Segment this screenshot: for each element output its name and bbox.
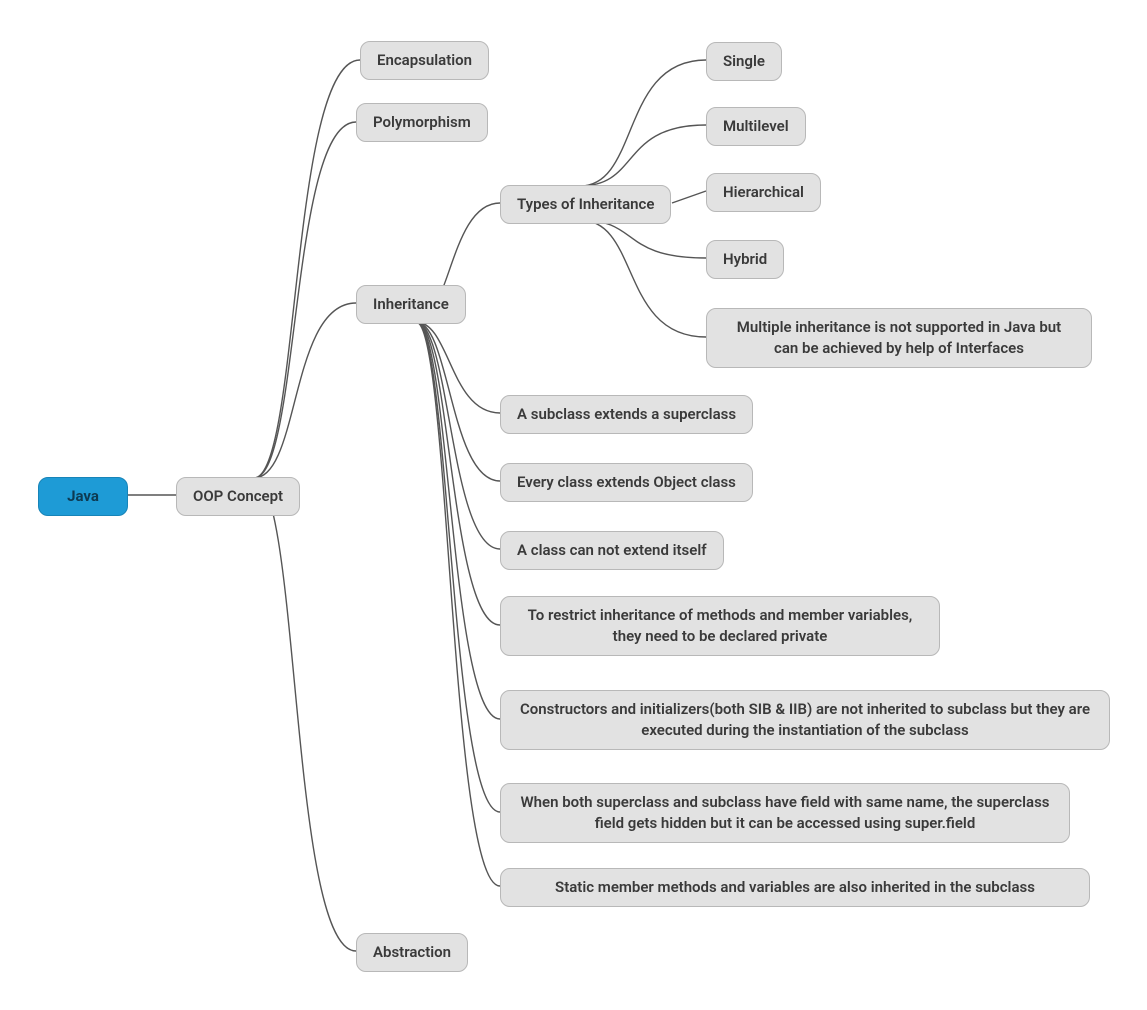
- node-hierarchical[interactable]: Hierarchical: [706, 173, 821, 212]
- node-label: Encapsulation: [377, 51, 472, 69]
- node-class-cannot-extend-itself[interactable]: A class can not extend itself: [500, 531, 724, 570]
- node-label: When both superclass and subclass have f…: [520, 793, 1049, 832]
- connector-lines: [0, 0, 1147, 1010]
- node-label: Inheritance: [373, 295, 449, 313]
- node-encapsulation[interactable]: Encapsulation: [360, 41, 489, 80]
- node-same-name-field[interactable]: When both superclass and subclass have f…: [500, 783, 1070, 843]
- node-label: Hybrid: [723, 250, 767, 268]
- node-label: Static member methods and variables are …: [555, 878, 1035, 896]
- node-subclass-extends-superclass[interactable]: A subclass extends a superclass: [500, 395, 753, 434]
- node-java[interactable]: Java: [38, 477, 128, 516]
- node-label: To restrict inheritance of methods and m…: [528, 606, 913, 645]
- node-types-of-inheritance[interactable]: Types of Inheritance: [500, 185, 671, 224]
- node-multilevel[interactable]: Multilevel: [706, 107, 806, 146]
- node-every-class-extends-object[interactable]: Every class extends Object class: [500, 463, 753, 502]
- node-label: Abstraction: [373, 943, 451, 961]
- node-label: Multilevel: [723, 117, 789, 135]
- node-multiple-not-supported[interactable]: Multiple inheritance is not supported in…: [706, 308, 1092, 368]
- node-label: A subclass extends a superclass: [517, 405, 736, 423]
- node-label: Polymorphism: [373, 113, 471, 131]
- node-hybrid[interactable]: Hybrid: [706, 240, 784, 279]
- node-label: Hierarchical: [723, 183, 804, 201]
- node-label: Multiple inheritance is not supported in…: [737, 318, 1061, 357]
- node-constructors-initializers[interactable]: Constructors and initializers(both SIB &…: [500, 690, 1110, 750]
- node-label: Every class extends Object class: [517, 473, 736, 491]
- node-restrict-private[interactable]: To restrict inheritance of methods and m…: [500, 596, 940, 656]
- node-label: Single: [723, 52, 765, 70]
- node-label: Java: [67, 487, 99, 505]
- node-oop-concept[interactable]: OOP Concept: [176, 477, 300, 516]
- node-label: Constructors and initializers(both SIB &…: [520, 700, 1090, 739]
- node-label: A class can not extend itself: [517, 541, 707, 559]
- node-inheritance[interactable]: Inheritance: [356, 285, 466, 324]
- node-abstraction[interactable]: Abstraction: [356, 933, 468, 972]
- node-polymorphism[interactable]: Polymorphism: [356, 103, 488, 142]
- node-single[interactable]: Single: [706, 42, 782, 81]
- node-label: OOP Concept: [193, 487, 283, 505]
- node-label: Types of Inheritance: [517, 195, 654, 213]
- node-static-inherited[interactable]: Static member methods and variables are …: [500, 868, 1090, 907]
